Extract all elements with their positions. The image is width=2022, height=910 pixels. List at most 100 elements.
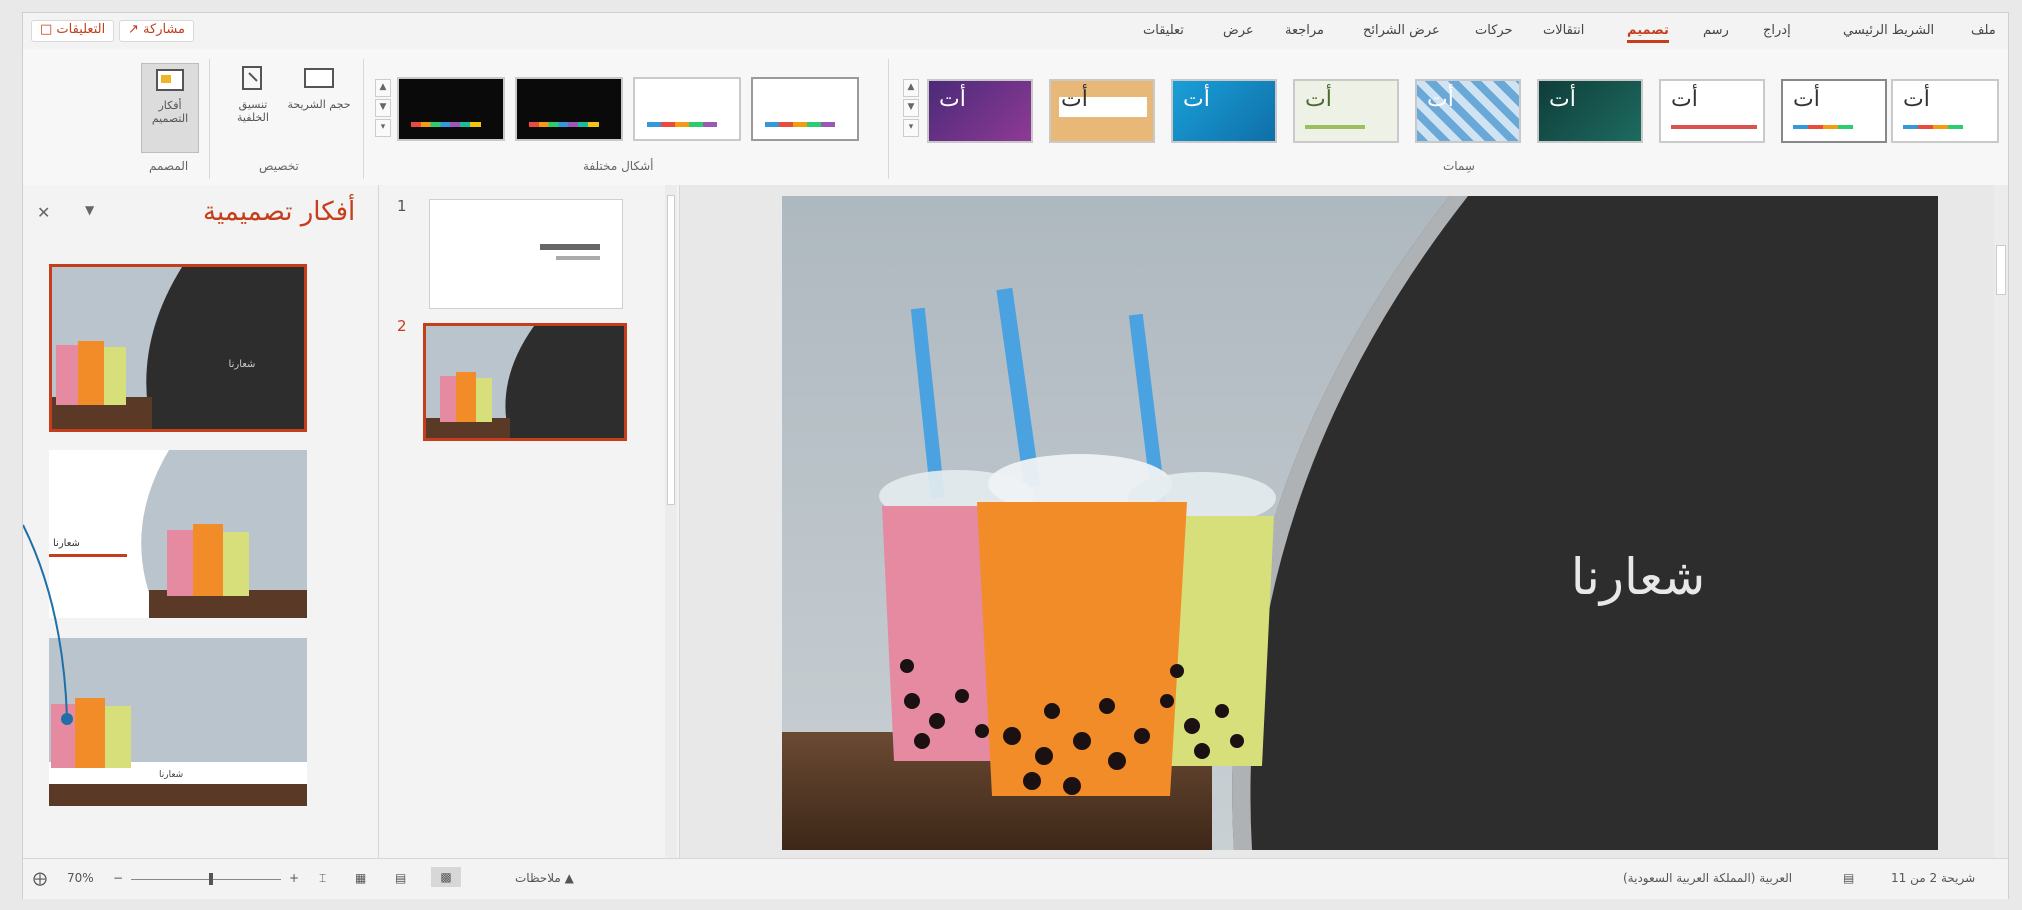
design-ideas-title: أفكار تصميمية xyxy=(203,197,356,227)
theme-glyph: أت xyxy=(1793,87,1820,112)
theme-glyph: أت xyxy=(1061,87,1088,112)
design-ribbon: أفكار التصميم المصمم تنسيق الخلفية حجم ا… xyxy=(23,49,2008,186)
callout-connector xyxy=(23,524,73,725)
tab-design[interactable]: تصميم xyxy=(1627,23,1669,43)
language-indicator[interactable]: العربية (المملكة العربية السعودية) xyxy=(1623,871,1792,885)
zoom-slider[interactable] xyxy=(131,873,281,885)
slide-scrollbar[interactable] xyxy=(1994,185,2008,858)
slide-1-thumbnail[interactable] xyxy=(429,199,623,309)
presenter-view-icon[interactable]: ⌶ xyxy=(319,871,326,886)
variant-1[interactable] xyxy=(397,77,505,141)
theme-glyph: أت xyxy=(1305,87,1332,112)
theme-office[interactable]: أت xyxy=(1891,79,1999,143)
variant-4[interactable] xyxy=(751,77,859,141)
themes-more[interactable]: ▾ xyxy=(903,119,919,137)
design-idea-3-preview: شعارنا xyxy=(49,638,307,806)
theme-glyph: أت xyxy=(1183,87,1210,112)
design-ideas-label: أفكار التصميم xyxy=(151,99,189,125)
slide-size-label: حجم الشريحة xyxy=(287,98,351,111)
slide-editing-area: شعارنا xyxy=(680,185,2008,858)
design-idea-1-preview: شعارنا xyxy=(52,267,304,429)
thumbnails-scroll-thumb[interactable] xyxy=(667,195,675,505)
design-ideas-icon xyxy=(156,69,184,91)
variants-scroll-down[interactable]: ▼ xyxy=(375,99,391,117)
slide-thumbnails-pane: 1 2 xyxy=(379,185,680,858)
variant-3[interactable] xyxy=(633,77,741,141)
theme-white-red[interactable]: أت xyxy=(1659,79,1765,143)
slide-sorter-icon[interactable]: ▤ xyxy=(395,871,406,885)
fit-slide-icon[interactable]: ⨁ xyxy=(33,871,47,887)
theme-blue[interactable]: أت xyxy=(1171,79,1277,143)
accessibility-icon[interactable]: ▤ xyxy=(1843,871,1854,885)
customize-group-label: تخصيص xyxy=(259,159,299,173)
tab-insert[interactable]: إدراج xyxy=(1763,23,1791,38)
theme-glyph: أت xyxy=(1903,87,1930,112)
close-pane-icon[interactable]: ✕ xyxy=(37,203,50,222)
zoom-slider-thumb[interactable] xyxy=(209,873,213,885)
tab-review[interactable]: مراجعة xyxy=(1285,23,1324,38)
design-idea-2[interactable]: شعارنا xyxy=(49,450,307,618)
slide-title[interactable]: شعارنا xyxy=(1498,548,1778,606)
notes-label: ملاحظات xyxy=(515,871,561,885)
design-idea-1[interactable]: شعارنا xyxy=(49,264,307,432)
tab-home[interactable]: الشريط الرئيسي xyxy=(1843,23,1934,38)
comments-label: التعليقات xyxy=(56,22,106,37)
theme-glyph: أت xyxy=(1671,87,1698,112)
theme-tan[interactable]: أت xyxy=(1049,79,1155,143)
zoom-in-button[interactable]: + xyxy=(289,871,299,885)
theme-light-green[interactable]: أت xyxy=(1293,79,1399,143)
themes-group-label: سِمات xyxy=(1443,159,1475,173)
format-background-button[interactable]: تنسيق الخلفية xyxy=(223,63,283,124)
slide-2-thumbnail-preview xyxy=(426,326,624,438)
themes-scroll-up[interactable]: ▲ xyxy=(903,79,919,97)
pane-options-icon[interactable]: ▼ xyxy=(85,203,94,217)
notes-button[interactable]: ملاحظات ▲ xyxy=(515,871,574,885)
variants-scroll-up[interactable]: ▲ xyxy=(375,79,391,97)
zoom-out-button[interactable]: − xyxy=(113,871,123,885)
slide-background-photo xyxy=(782,196,1938,850)
current-slide[interactable]: شعارنا xyxy=(782,196,1938,850)
slide-counter: شريحة 2 من 11 xyxy=(1891,871,1976,885)
tab-file[interactable]: ملف xyxy=(1971,23,1996,38)
idea-1-title: شعارنا xyxy=(229,359,256,370)
slide-size-button[interactable]: حجم الشريحة xyxy=(287,63,351,111)
slide-2-number: 2 xyxy=(397,317,407,335)
variants-group-label: أشكال مختلفة xyxy=(583,159,654,173)
comments-button[interactable]: □ التعليقات xyxy=(31,20,115,42)
variants-more[interactable]: ▾ xyxy=(375,119,391,137)
reading-view-icon[interactable]: ▦ xyxy=(355,871,366,885)
theme-pattern[interactable]: أت xyxy=(1415,79,1521,143)
tab-transitions[interactable]: انتقالات xyxy=(1543,23,1584,38)
theme-glyph: أت xyxy=(1427,87,1454,112)
tab-slideshow[interactable]: عرض الشرائح xyxy=(1363,23,1440,38)
designer-group-label: المصمم xyxy=(149,159,189,173)
tab-draw[interactable]: رسم xyxy=(1703,23,1729,38)
theme-purple[interactable]: أت xyxy=(927,79,1033,143)
tab-comments[interactable]: تعليقات xyxy=(1143,23,1184,38)
slide-1-number: 1 xyxy=(397,197,407,215)
theme-office-selected[interactable]: أت xyxy=(1781,79,1887,143)
theme-glyph: أت xyxy=(939,87,966,112)
zoom-level[interactable]: 70% xyxy=(67,871,94,885)
slide-size-icon xyxy=(304,68,334,88)
share-label: مشاركة xyxy=(143,22,185,37)
powerpoint-window: □ التعليقات ↗ مشاركة ملف الشريط الرئيسي … xyxy=(22,12,2009,899)
design-ideas-pane: ✕ ▼ أفكار تصميمية شعارنا شعارنا شعارنا xyxy=(23,185,379,858)
share-button[interactable]: ↗ مشاركة xyxy=(119,20,194,42)
theme-glyph: أت xyxy=(1549,87,1576,112)
theme-teal[interactable]: أت xyxy=(1537,79,1643,143)
design-idea-2-preview: شعارنا xyxy=(49,450,307,618)
variant-2[interactable] xyxy=(515,77,623,141)
design-idea-3[interactable]: شعارنا xyxy=(49,638,307,806)
slide-2-thumbnail[interactable] xyxy=(423,323,627,441)
ribbon-tab-row: □ التعليقات ↗ مشاركة ملف الشريط الرئيسي … xyxy=(23,13,2008,49)
slide-scroll-thumb[interactable] xyxy=(1996,245,2006,295)
tab-view[interactable]: عرض xyxy=(1223,23,1254,38)
format-background-icon xyxy=(242,66,262,90)
design-ideas-button[interactable]: أفكار التصميم xyxy=(141,63,199,153)
status-bar: ⨁ 70% − + ⌶ ▦ ▤ ▩ ملاحظات ▲ العربية (الم… xyxy=(23,858,2008,899)
thumbnails-scrollbar[interactable] xyxy=(665,185,677,858)
themes-scroll-down[interactable]: ▼ xyxy=(903,99,919,117)
tab-animations[interactable]: حركات xyxy=(1475,23,1513,38)
normal-view-icon[interactable]: ▩ xyxy=(431,867,461,887)
